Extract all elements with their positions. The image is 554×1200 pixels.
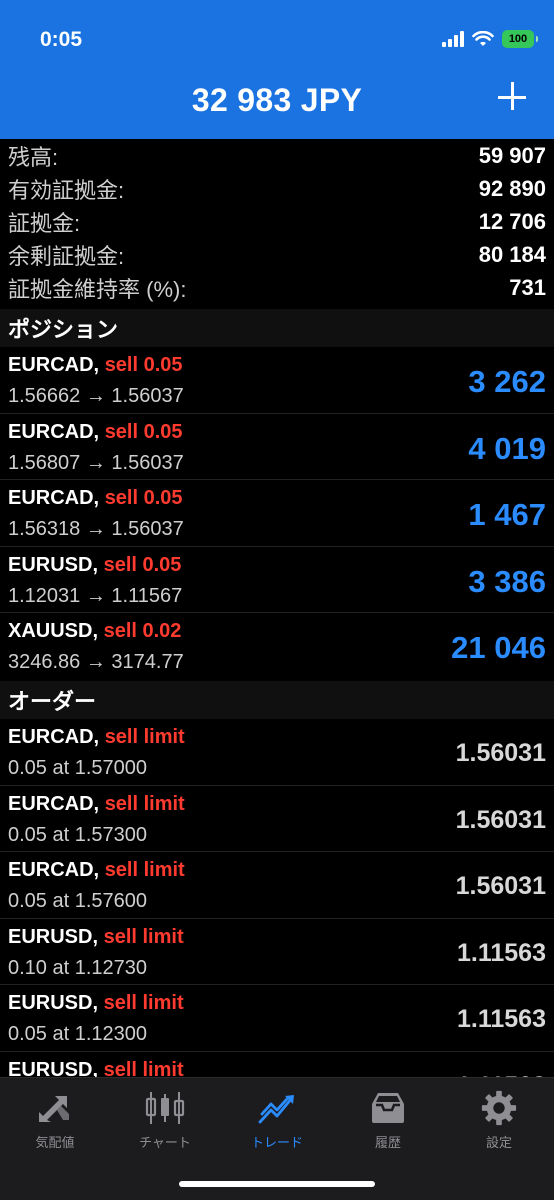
position-prices: 1.12031 → 1.11567	[8, 584, 183, 607]
account-balance-title: 32 983 JPY	[191, 82, 363, 118]
position-action: sell 0.05	[104, 420, 183, 443]
tab-label: トレード	[250, 1135, 303, 1150]
order-current-price: 1.56031	[455, 805, 546, 834]
order-action: sell limit	[104, 726, 185, 748]
position-prices: 1.56318 → 1.56037	[8, 518, 184, 540]
order-action: sell limit	[104, 859, 185, 881]
status-bar: 0:05 100	[0, 0, 554, 80]
position-prices: 3246.86 → 3174.77	[8, 651, 184, 673]
position-row[interactable]: XAUUSD, sell 0.02 3246.86 → 3174.77 21 0…	[0, 613, 554, 680]
position-row[interactable]: EURUSD, sell 0.05 1.12031 → 1.11567 3 38…	[0, 546, 554, 613]
position-row[interactable]: EURCAD, sell 0.05 1.56807 → 1.56037 4 01…	[0, 413, 554, 480]
order-action: sell limit	[104, 792, 185, 815]
order-detail: 0.05 at 1.57600	[8, 890, 148, 912]
inbox-history-icon	[338, 1088, 438, 1128]
wifi-icon	[472, 31, 494, 46]
summary-row-free-margin: 余剰証拠金: 80 184	[0, 238, 554, 271]
order-detail: 0.10 at 1.12730	[8, 956, 148, 979]
tab-chart[interactable]: チャート	[115, 1088, 215, 1151]
position-action: sell 0.02	[103, 620, 182, 642]
top-header: 0:05 100 32 983 JPY	[0, 0, 554, 139]
order-detail: 0.05 at 1.57300	[8, 823, 148, 846]
tab-quotes[interactable]: 気配値	[5, 1088, 105, 1151]
position-profit: 3 386	[468, 563, 546, 599]
position-symbol: EURUSD, sell 0.05	[8, 553, 182, 576]
order-action: sell limit	[103, 925, 184, 948]
position-symbol: EURCAD, sell 0.05	[8, 487, 183, 509]
order-symbol: EURUSD, sell limit	[8, 925, 184, 948]
orders-header: オーダー	[0, 681, 554, 719]
position-profit: 21 046	[451, 630, 546, 665]
position-profit: 4 019	[468, 430, 546, 466]
order-action: sell limit	[103, 992, 184, 1014]
position-row[interactable]: EURCAD, sell 0.05 1.56318 → 1.56037 1 46…	[0, 480, 554, 547]
quotes-arrows-icon	[5, 1088, 105, 1128]
order-symbol: EURCAD, sell limit	[8, 726, 185, 748]
order-current-price: 1.56031	[455, 739, 546, 767]
summary-label: 余剰証拠金:	[8, 243, 125, 269]
order-row[interactable]: EURUSD, sell limit 0.05 at 1.12300 1.115…	[0, 985, 554, 1052]
trade-chart-icon	[227, 1088, 327, 1128]
order-row[interactable]: EURCAD, sell limit 0.05 at 1.57000 1.560…	[0, 719, 554, 786]
summary-value: 80 184	[478, 241, 546, 267]
order-symbol: EURCAD, sell limit	[8, 859, 185, 881]
summary-row-margin-level: 証拠金維持率 (%): 731	[0, 271, 554, 304]
summary-label: 証拠金維持率 (%):	[8, 276, 187, 302]
order-current-price: 1.56031	[455, 872, 546, 900]
position-row[interactable]: EURCAD, sell 0.05 1.56662 → 1.56037 3 26…	[0, 347, 554, 414]
summary-label: 残高:	[8, 144, 59, 170]
order-symbol: EURCAD, sell limit	[8, 792, 185, 815]
tab-history[interactable]: 履歴	[338, 1088, 438, 1151]
tab-label: 設定	[485, 1135, 512, 1150]
status-icons: 100	[442, 30, 538, 48]
home-indicator[interactable]	[179, 1181, 375, 1187]
order-row[interactable]: EURCAD, sell limit 0.05 at 1.57600 1.560…	[0, 852, 554, 919]
account-summary: 残高: 59 907 有効証拠金: 92 890 証拠金: 12 706 余剰証…	[0, 139, 554, 304]
positions-section: ポジション EURCAD, sell 0.05 1.56662 → 1.5603…	[0, 309, 554, 680]
position-symbol: XAUUSD, sell 0.02	[8, 620, 182, 642]
order-symbol: EURUSD, sell limit	[8, 992, 184, 1014]
new-order-button[interactable]	[498, 82, 530, 114]
tab-label: 気配値	[35, 1135, 75, 1150]
tab-label: 履歴	[374, 1135, 401, 1150]
candlestick-chart-icon	[115, 1088, 215, 1128]
gear-icon	[449, 1088, 549, 1128]
order-current-price: 1.11563	[457, 938, 546, 967]
position-action: sell 0.05	[104, 354, 183, 376]
summary-row-equity: 有効証拠金: 92 890	[0, 172, 554, 205]
summary-row-margin: 証拠金: 12 706	[0, 205, 554, 238]
position-symbol: EURCAD, sell 0.05	[8, 354, 183, 376]
position-profit: 3 262	[468, 364, 546, 399]
order-row[interactable]: EURUSD, sell limit 0.10 at 1.12730 1.115…	[0, 918, 554, 985]
tab-trade[interactable]: トレード	[227, 1088, 327, 1151]
summary-row-balance: 残高: 59 907	[0, 139, 554, 172]
orders-section: オーダー EURCAD, sell limit 0.05 at 1.57000 …	[0, 681, 554, 1118]
order-detail: 0.05 at 1.57000	[8, 757, 148, 779]
position-action: sell 0.05	[104, 487, 183, 509]
position-profit: 1 467	[468, 497, 546, 532]
positions-header: ポジション	[0, 309, 554, 347]
status-time: 0:05	[40, 28, 83, 51]
position-action: sell 0.05	[103, 553, 182, 576]
summary-label: 有効証拠金:	[8, 177, 125, 203]
position-prices: 1.56662 → 1.56037	[8, 385, 184, 407]
summary-value: 59 907	[478, 142, 546, 168]
summary-value: 731	[509, 274, 546, 300]
summary-label: 証拠金:	[8, 210, 81, 236]
order-current-price: 1.11563	[457, 1005, 546, 1033]
summary-value: 12 706	[478, 208, 546, 234]
battery-icon: 100	[502, 30, 538, 48]
tab-settings[interactable]: 設定	[449, 1088, 549, 1151]
order-detail: 0.05 at 1.12300	[8, 1023, 148, 1045]
position-prices: 1.56807 → 1.56037	[8, 451, 184, 474]
summary-value: 92 890	[478, 175, 546, 201]
position-symbol: EURCAD, sell 0.05	[8, 420, 183, 443]
tab-label: チャート	[139, 1135, 191, 1150]
cellular-signal-icon	[442, 31, 464, 47]
order-row[interactable]: EURCAD, sell limit 0.05 at 1.57300 1.560…	[0, 785, 554, 852]
